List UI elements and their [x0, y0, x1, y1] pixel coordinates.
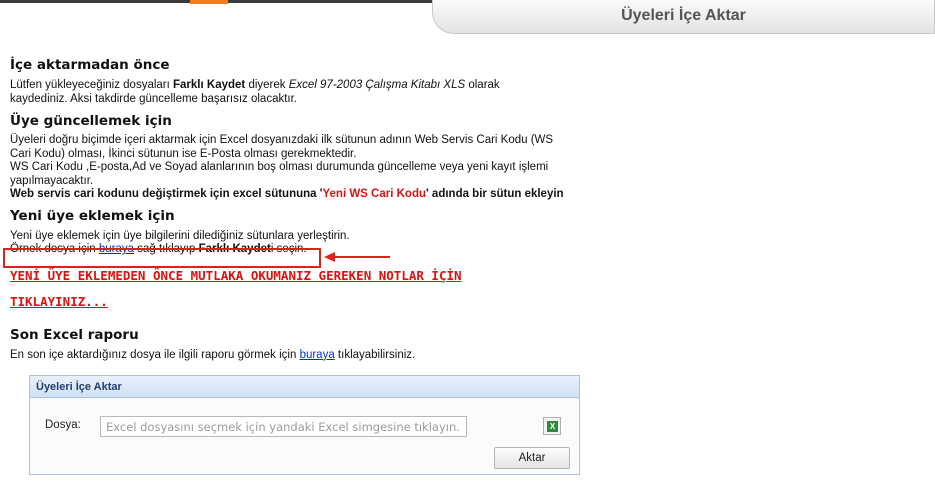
excel-report-text: En son içe aktardığınız dosya ile ilgili… [10, 348, 416, 361]
page-title-tab: Üyeleri İçe Aktar [432, 0, 935, 34]
file-label: Dosya: [45, 419, 81, 431]
import-button[interactable]: Aktar [494, 447, 570, 469]
excel-report-heading: Son Excel raporu [10, 326, 139, 343]
excel-icon[interactable]: X [543, 417, 561, 435]
update-members-heading: Üye güncellemek için [10, 113, 172, 129]
page-title: Üyeleri İçe Aktar [621, 7, 746, 24]
import-panel-title: Üyeleri İçe Aktar [30, 376, 579, 398]
import-panel: Üyeleri İçe Aktar Dosya: Excel dosyasını… [29, 375, 580, 475]
active-tab-indicator [190, 0, 228, 4]
arrow-left-icon [324, 252, 390, 262]
update-members-text: Üyeleri doğru biçimde içeri aktarmak içi… [10, 134, 564, 200]
highlight-box [3, 248, 321, 268]
before-import-heading: İçe aktarmadan önce [10, 57, 170, 73]
file-input[interactable]: Excel dosyasını seçmek için yandaki Exce… [100, 416, 467, 437]
instructions: İçe aktarmadan önce Lütfen yükleyeceğini… [10, 50, 600, 362]
new-member-heading: Yeni üye eklemek için [10, 207, 175, 224]
report-link[interactable]: buraya [300, 349, 335, 361]
important-notes-link[interactable]: YENİ ÜYE EKLEMEDEN ÖNCE MUTLAKA OKUMANIZ… [10, 263, 600, 315]
before-import-text: Lütfen yükleyeceğiniz dosyaları Farklı K… [10, 79, 500, 105]
